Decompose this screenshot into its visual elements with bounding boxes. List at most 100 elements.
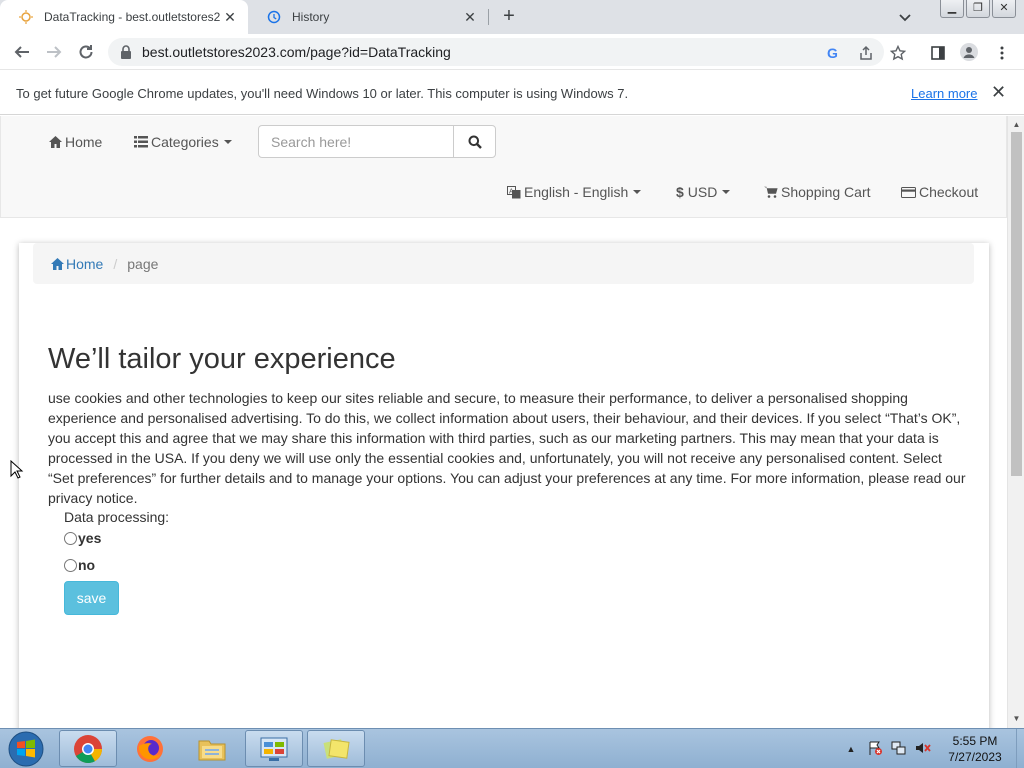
taskbar-file-explorer[interactable]: [183, 730, 241, 767]
network-icon[interactable]: [891, 740, 907, 759]
volume-muted-icon[interactable]: [915, 740, 931, 759]
file-explorer-icon: [198, 740, 226, 760]
list-icon: [134, 136, 148, 148]
close-tab-icon[interactable]: ✕: [222, 9, 238, 25]
language-icon: A: [507, 185, 521, 198]
tab-title: History: [292, 10, 330, 24]
system-tray: ▲: [845, 729, 931, 768]
profile-avatar-icon[interactable]: [960, 43, 978, 61]
clock-date: 7/27/2023: [948, 750, 1002, 764]
show-desktop-button[interactable]: [1016, 729, 1024, 768]
taskbar-clock[interactable]: 5:55 PM 7/27/2023: [940, 733, 1010, 765]
scroll-down-arrow-icon[interactable]: ▼: [1008, 712, 1024, 726]
cart-icon: [764, 186, 778, 198]
content-panel: Home / page We’ll tailor your experience…: [19, 243, 989, 728]
caret-down-icon: [223, 140, 232, 144]
start-button[interactable]: [6, 730, 46, 768]
breadcrumb-current: page: [127, 255, 159, 272]
currency-dropdown[interactable]: $ USD: [676, 184, 731, 200]
tab-datatracking[interactable]: DataTracking - best.outletstores2 ✕: [0, 0, 248, 34]
breadcrumb-home-label: Home: [66, 255, 104, 272]
side-panel-icon[interactable]: [929, 44, 947, 62]
chrome-icon: [74, 734, 103, 763]
radio-yes-label: yes: [78, 530, 102, 546]
windows-taskbar: ▲ 5:55 PM 7/27/2023: [0, 728, 1024, 768]
reload-icon[interactable]: [76, 42, 96, 62]
share-icon[interactable]: [857, 44, 875, 62]
tab-title: DataTracking - best.outletstores2: [44, 10, 221, 24]
address-bar[interactable]: best.outletstores2023.com/page?id=DataTr…: [108, 38, 884, 66]
taskbar-chrome[interactable]: [59, 730, 117, 767]
nav-categories-label: Categories: [151, 134, 219, 150]
page-viewport: Home Categories A English - English $ US…: [0, 116, 1007, 728]
radio-no[interactable]: [64, 558, 77, 572]
radio-yes-option[interactable]: yes: [64, 530, 101, 546]
windows-logo-icon: [8, 731, 44, 767]
window-controls: ▁ ❐ ✕: [938, 0, 1016, 18]
back-arrow-icon[interactable]: [12, 42, 32, 62]
lock-icon: [120, 45, 132, 59]
caret-down-icon: [722, 190, 731, 194]
shopping-cart-link[interactable]: Shopping Cart: [764, 184, 871, 200]
cookie-description: use cookies and other technologies to ke…: [48, 390, 966, 506]
browser-toolbar: best.outletstores2023.com/page?id=DataTr…: [0, 34, 1024, 70]
history-icon: [266, 9, 282, 25]
clock-time: 5:55 PM: [952, 734, 998, 748]
chrome-menu-icon[interactable]: [993, 44, 1011, 62]
breadcrumb: Home / page: [33, 243, 974, 284]
radio-yes[interactable]: [64, 531, 77, 545]
search-input[interactable]: [258, 125, 454, 158]
infobar-message: To get future Google Chrome updates, you…: [16, 86, 629, 101]
nav-home-label: Home: [65, 134, 103, 150]
search-button[interactable]: [453, 125, 496, 158]
cart-label: Shopping Cart: [781, 184, 871, 200]
breadcrumb-separator: /: [113, 255, 118, 272]
close-infobar-icon[interactable]: ✕: [991, 82, 1006, 103]
taskbar-firefox[interactable]: [121, 730, 179, 767]
sticky-notes-icon: [323, 738, 350, 759]
breadcrumb-home-link[interactable]: Home: [51, 256, 103, 272]
action-center-flag-icon[interactable]: [867, 740, 883, 759]
language-dropdown[interactable]: A English - English: [507, 184, 642, 200]
svg-text:G: G: [827, 45, 838, 61]
tab-search-icon[interactable]: [896, 8, 914, 26]
new-tab-button[interactable]: +: [498, 5, 520, 27]
dollar-icon: $: [676, 184, 684, 200]
radio-no-option[interactable]: no: [64, 557, 95, 573]
restore-button[interactable]: ❐: [966, 0, 990, 18]
firefox-icon: [137, 735, 163, 762]
scroll-thumb[interactable]: [1011, 132, 1022, 476]
sun-favicon-icon: [18, 9, 34, 25]
scroll-up-arrow-icon[interactable]: ▲: [1008, 118, 1024, 132]
search-icon: [468, 135, 482, 149]
caret-down-icon: [633, 190, 642, 194]
url-text: best.outletstores2023.com/page?id=DataTr…: [142, 44, 451, 60]
taskbar-control-panel[interactable]: [245, 730, 303, 767]
data-processing-label: Data processing:: [64, 509, 170, 525]
tab-divider: [488, 9, 489, 25]
show-hidden-icons-icon[interactable]: ▲: [845, 744, 857, 754]
learn-more-link[interactable]: Learn more: [911, 86, 977, 101]
save-button[interactable]: save: [64, 581, 119, 615]
checkout-link[interactable]: Checkout: [901, 184, 978, 200]
nav-categories-dropdown[interactable]: Categories: [134, 134, 232, 150]
page-scrollbar[interactable]: ▲ ▼: [1007, 116, 1024, 728]
taskbar-sticky-notes[interactable]: [307, 730, 365, 767]
tab-history[interactable]: History ✕: [248, 0, 488, 34]
currency-label: USD: [687, 184, 718, 200]
google-translate-icon[interactable]: G: [824, 44, 842, 62]
forward-arrow-icon[interactable]: [44, 42, 64, 62]
language-label: English - English: [524, 184, 629, 200]
control-panel-icon: [260, 737, 288, 761]
radio-no-label: no: [78, 557, 96, 573]
minimize-button[interactable]: ▁: [940, 0, 964, 18]
close-tab-icon[interactable]: ✕: [462, 9, 478, 25]
update-infobar: To get future Google Chrome updates, you…: [0, 71, 1024, 115]
nav-home-link[interactable]: Home: [49, 134, 102, 150]
mouse-cursor-icon: [10, 459, 24, 483]
credit-card-icon: [901, 186, 916, 198]
checkout-label: Checkout: [919, 184, 979, 200]
close-window-button[interactable]: ✕: [992, 0, 1016, 18]
page-title: We’ll tailor your experience: [48, 343, 396, 375]
bookmark-star-icon[interactable]: [889, 44, 907, 62]
